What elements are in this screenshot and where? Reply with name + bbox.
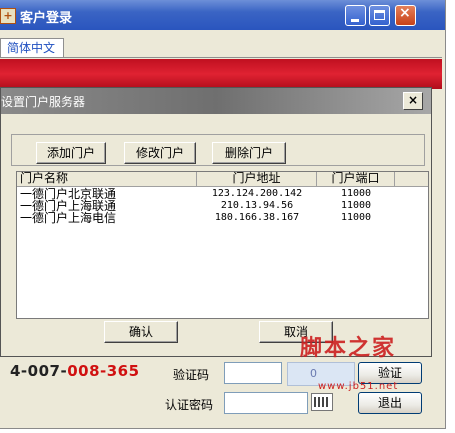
keyboard-icon[interactable] [311,393,333,411]
header-banner [0,59,442,89]
close-button[interactable]: × [395,5,416,26]
portal-server-dialog: 设置门户服务器 × 添加门户 修改门户 删除门户 门户名称 门户地址 门户端口 … [0,87,432,357]
maximize-icon [374,10,385,20]
auth-password-label: 认证密码 [165,398,214,412]
portal-port-cell: 11000 [340,188,372,199]
captcha-input[interactable] [224,362,282,384]
minimize-icon [351,19,359,22]
maximize-button[interactable] [369,5,390,26]
close-icon: × [399,5,411,21]
watermark-url: www.jb51.net [318,381,399,392]
confirm-button[interactable]: 确认 [104,321,178,343]
language-tab[interactable]: 简体中文 [0,38,64,58]
portal-port-cell: 11000 [340,212,372,223]
hotline-part1: 4-007- [10,362,68,380]
edit-portal-button[interactable]: 修改门户 [124,142,196,164]
portal-address-cell: 180.166.38.167 [214,212,300,223]
captcha-label: 验证码 [173,368,210,382]
delete-portal-button[interactable]: 删除门户 [212,142,286,164]
portal-port-cell: 11000 [340,200,372,211]
table-row[interactable]: 一德门户上海电信 180.166.38.167 11000 [17,212,428,224]
portal-list[interactable]: 门户名称 门户地址 门户端口 一德门户北京联通 123.124.200.142 … [16,171,429,319]
hotline-number: 4-007-008-365 [10,362,140,380]
keyboard-keys [314,397,330,407]
tab-divider [0,57,442,58]
window-title: 客户登录 [20,11,73,26]
dialog-close-button[interactable]: × [403,92,423,110]
main-titlebar[interactable]: + 客户登录 × [0,0,445,30]
exit-button[interactable]: 退出 [358,392,422,414]
list-header: 门户名称 门户地址 门户端口 [17,172,428,187]
add-portal-button[interactable]: 添加门户 [36,142,106,164]
hotline-part2: 008-365 [67,362,140,380]
column-header-name[interactable]: 门户名称 [17,172,197,186]
app-logo-icon: + [0,8,16,24]
dialog-titlebar[interactable]: 设置门户服务器 × [1,88,431,114]
portal-name-cell: 一德门户上海电信 [20,211,117,225]
column-header-address[interactable]: 门户地址 [197,172,317,186]
auth-password-input[interactable] [224,392,308,414]
dialog-title: 设置门户服务器 [1,95,86,109]
column-header-port[interactable]: 门户端口 [317,172,395,186]
watermark-logo: 脚本之家 [300,335,397,361]
portal-address-cell: 210.13.94.56 [220,200,294,211]
minimize-button[interactable] [345,5,366,26]
portal-address-cell: 123.124.200.142 [211,188,303,199]
